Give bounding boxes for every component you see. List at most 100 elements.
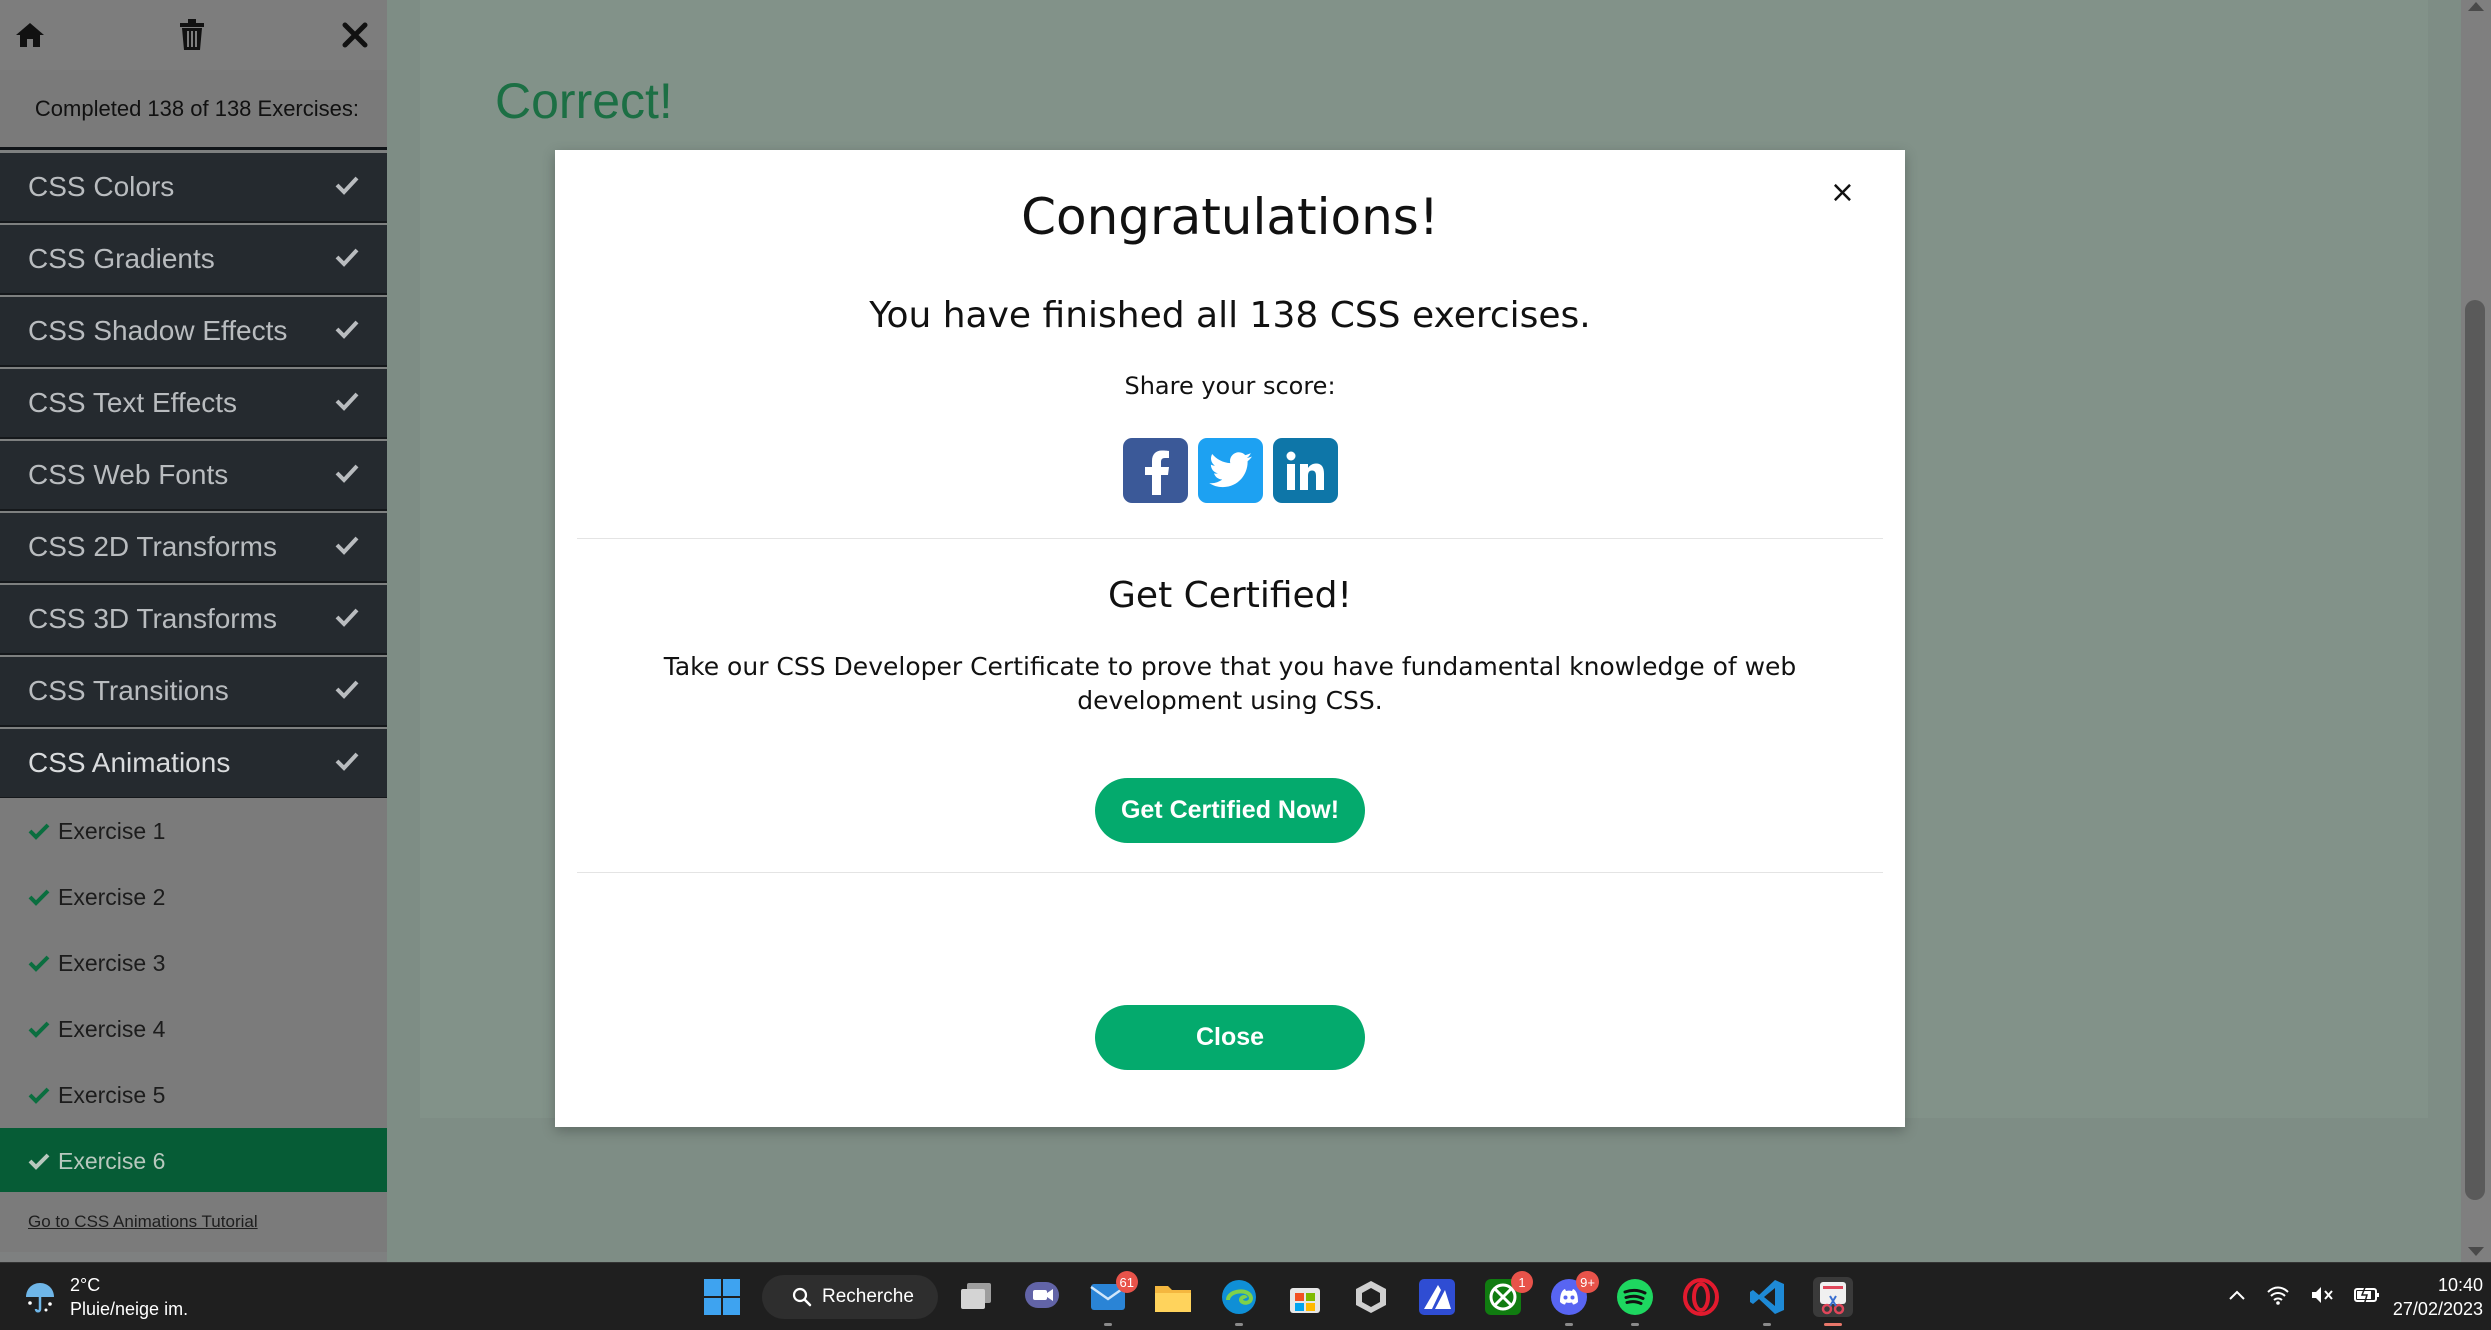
checkmark-icon — [28, 1153, 50, 1170]
checkmark-icon — [28, 1087, 50, 1104]
tutorial-link-row: Go to CSS Animations Tutorial — [0, 1192, 387, 1252]
running-indicator — [1631, 1323, 1639, 1326]
section-label: CSS Colors — [28, 171, 175, 202]
muted-speaker-icon[interactable] — [2310, 1285, 2334, 1305]
running-indicator — [1104, 1323, 1112, 1326]
sidebar-exercise-4[interactable]: Exercise 4 — [0, 996, 387, 1062]
xbox-icon[interactable]: 1 — [1483, 1271, 1533, 1317]
opera-browser-icon[interactable] — [1681, 1277, 1721, 1317]
xbox-badge: 1 — [1511, 1271, 1533, 1293]
mail-badge: 61 — [1115, 1271, 1138, 1293]
wifi-icon[interactable] — [2266, 1285, 2290, 1305]
sidebar-section-css-animations[interactable]: CSS Animations — [0, 729, 387, 799]
get-certified-button[interactable]: Get Certified Now! — [1095, 778, 1365, 843]
modal-divider — [577, 872, 1883, 873]
section-label: CSS 3D Transforms — [28, 603, 277, 634]
exercise-label: Exercise 2 — [58, 883, 166, 910]
task-view-icon[interactable] — [957, 1277, 997, 1317]
sidebar-section-css-gradients[interactable]: CSS Gradients — [0, 225, 387, 295]
microsoft-store-icon[interactable] — [1285, 1277, 1325, 1317]
clock-date: 27/02/2023 — [2392, 1299, 2483, 1319]
weather-description: Pluie/neige im. — [70, 1299, 189, 1319]
certification-title: Get Certified! — [1108, 575, 1352, 616]
sidebar-section-css-2d-transforms[interactable]: CSS 2D Transforms — [0, 513, 387, 583]
battery-charging-icon[interactable] — [2354, 1285, 2380, 1305]
affinity-app-icon[interactable] — [1417, 1277, 1457, 1317]
certification-description: Take our CSS Developer Certificate to pr… — [663, 652, 1797, 715]
rain-snow-icon — [26, 1283, 54, 1313]
edge-browser-icon[interactable] — [1219, 1277, 1259, 1326]
search-icon — [792, 1287, 812, 1307]
exercise-label: Exercise 5 — [58, 1081, 166, 1108]
mail-icon[interactable]: 61 — [1088, 1271, 1138, 1326]
checkmark-icon — [335, 392, 359, 411]
checkmark-icon — [28, 1021, 50, 1038]
checkmark-icon — [335, 752, 359, 771]
tutorial-link[interactable]: Go to CSS Animations Tutorial — [28, 1212, 258, 1232]
snipping-tool-icon[interactable] — [1813, 1277, 1853, 1326]
exercise-label: Exercise 1 — [58, 817, 166, 844]
windows-taskbar: 2°C Pluie/neige im. Recherche 61 1 9+ 10… — [0, 1262, 2491, 1330]
section-label: CSS Animations — [28, 747, 231, 778]
modal-subtitle: You have finished all 138 CSS exercises. — [869, 295, 1591, 336]
section-label: CSS Shadow Effects — [28, 315, 288, 346]
sidebar-exercise-3[interactable]: Exercise 3 — [0, 930, 387, 996]
share-label: Share your score: — [1124, 372, 1336, 400]
sidebar-section-css-shadow-effects[interactable]: CSS Shadow Effects — [0, 297, 387, 367]
running-indicator — [1235, 1323, 1243, 1326]
modal-title: Congratulations! — [1021, 188, 1439, 246]
close-modal-button[interactable]: Close — [1095, 1005, 1365, 1070]
result-title: Correct! — [495, 73, 673, 129]
checkmark-icon — [335, 680, 359, 699]
exercise-sidebar: Completed 138 of 138 Exercises: CSS Colo… — [0, 0, 387, 1262]
running-indicator — [1565, 1323, 1573, 1326]
exercise-label: Exercise 6 — [58, 1147, 166, 1174]
checkmark-icon — [28, 889, 50, 906]
taskbar-search[interactable]: Recherche — [762, 1275, 938, 1319]
sidebar-section-css-3d-transforms[interactable]: CSS 3D Transforms — [0, 585, 387, 655]
scroll-up-arrow-icon[interactable] — [2468, 2, 2484, 11]
chevron-up-icon[interactable] — [2228, 1289, 2246, 1301]
discord-icon[interactable]: 9+ — [1549, 1271, 1599, 1326]
system-clock[interactable]: 10:40 27/02/2023 — [2393, 1273, 2483, 1321]
congratulations-modal: × Congratulations! You have finished all… — [555, 150, 1905, 1127]
start-windows-icon[interactable] — [702, 1277, 742, 1317]
active-indicator — [1824, 1323, 1842, 1326]
sidebar-exercise-2[interactable]: Exercise 2 — [0, 864, 387, 930]
checkmark-icon — [335, 536, 359, 555]
checkmark-icon — [335, 176, 359, 195]
sidebar-exercise-6[interactable]: Exercise 6 — [0, 1128, 387, 1194]
linkedin-icon[interactable] — [1272, 438, 1338, 503]
sidebar-exercise-1[interactable]: Exercise 1 — [0, 798, 387, 864]
trash-icon[interactable] — [172, 15, 212, 55]
sidebar-section-css-web-fonts[interactable]: CSS Web Fonts — [0, 441, 387, 511]
checkmark-icon — [335, 608, 359, 627]
checkmark-icon — [335, 464, 359, 483]
weather-temperature: 2°C — [70, 1275, 101, 1295]
section-label: CSS 2D Transforms — [28, 531, 277, 562]
spotify-icon[interactable] — [1615, 1277, 1655, 1326]
section-label: CSS Web Fonts — [28, 459, 229, 490]
modal-divider — [577, 538, 1883, 539]
weather-widget[interactable]: 2°C Pluie/neige im. — [22, 1273, 188, 1321]
facebook-icon[interactable] — [1122, 438, 1188, 503]
exercise-label: Exercise 4 — [58, 1015, 166, 1042]
search-label: Recherche — [822, 1286, 914, 1307]
home-icon[interactable] — [10, 15, 50, 55]
sidebar-exercise-5[interactable]: Exercise 5 — [0, 1062, 387, 1128]
sidebar-toolbar — [0, 0, 387, 70]
sidebar-section-css-text-effects[interactable]: CSS Text Effects — [0, 369, 387, 439]
discord-badge: 9+ — [1576, 1271, 1599, 1293]
scroll-down-arrow-icon[interactable] — [2468, 1247, 2484, 1256]
scrollbar-thumb[interactable] — [2465, 300, 2485, 1200]
close-icon[interactable] — [335, 15, 375, 55]
section-label: CSS Transitions — [28, 675, 229, 706]
sidebar-section-css-transitions[interactable]: CSS Transitions — [0, 657, 387, 727]
vscode-icon[interactable] — [1747, 1277, 1787, 1326]
teams-chat-icon[interactable] — [1022, 1277, 1062, 1317]
twitter-icon[interactable] — [1197, 438, 1263, 503]
sidebar-section-css-colors[interactable]: CSS Colors — [0, 153, 387, 223]
file-explorer-icon[interactable] — [1153, 1277, 1193, 1317]
unity-hub-icon[interactable] — [1351, 1277, 1391, 1317]
checkmark-icon — [335, 248, 359, 267]
